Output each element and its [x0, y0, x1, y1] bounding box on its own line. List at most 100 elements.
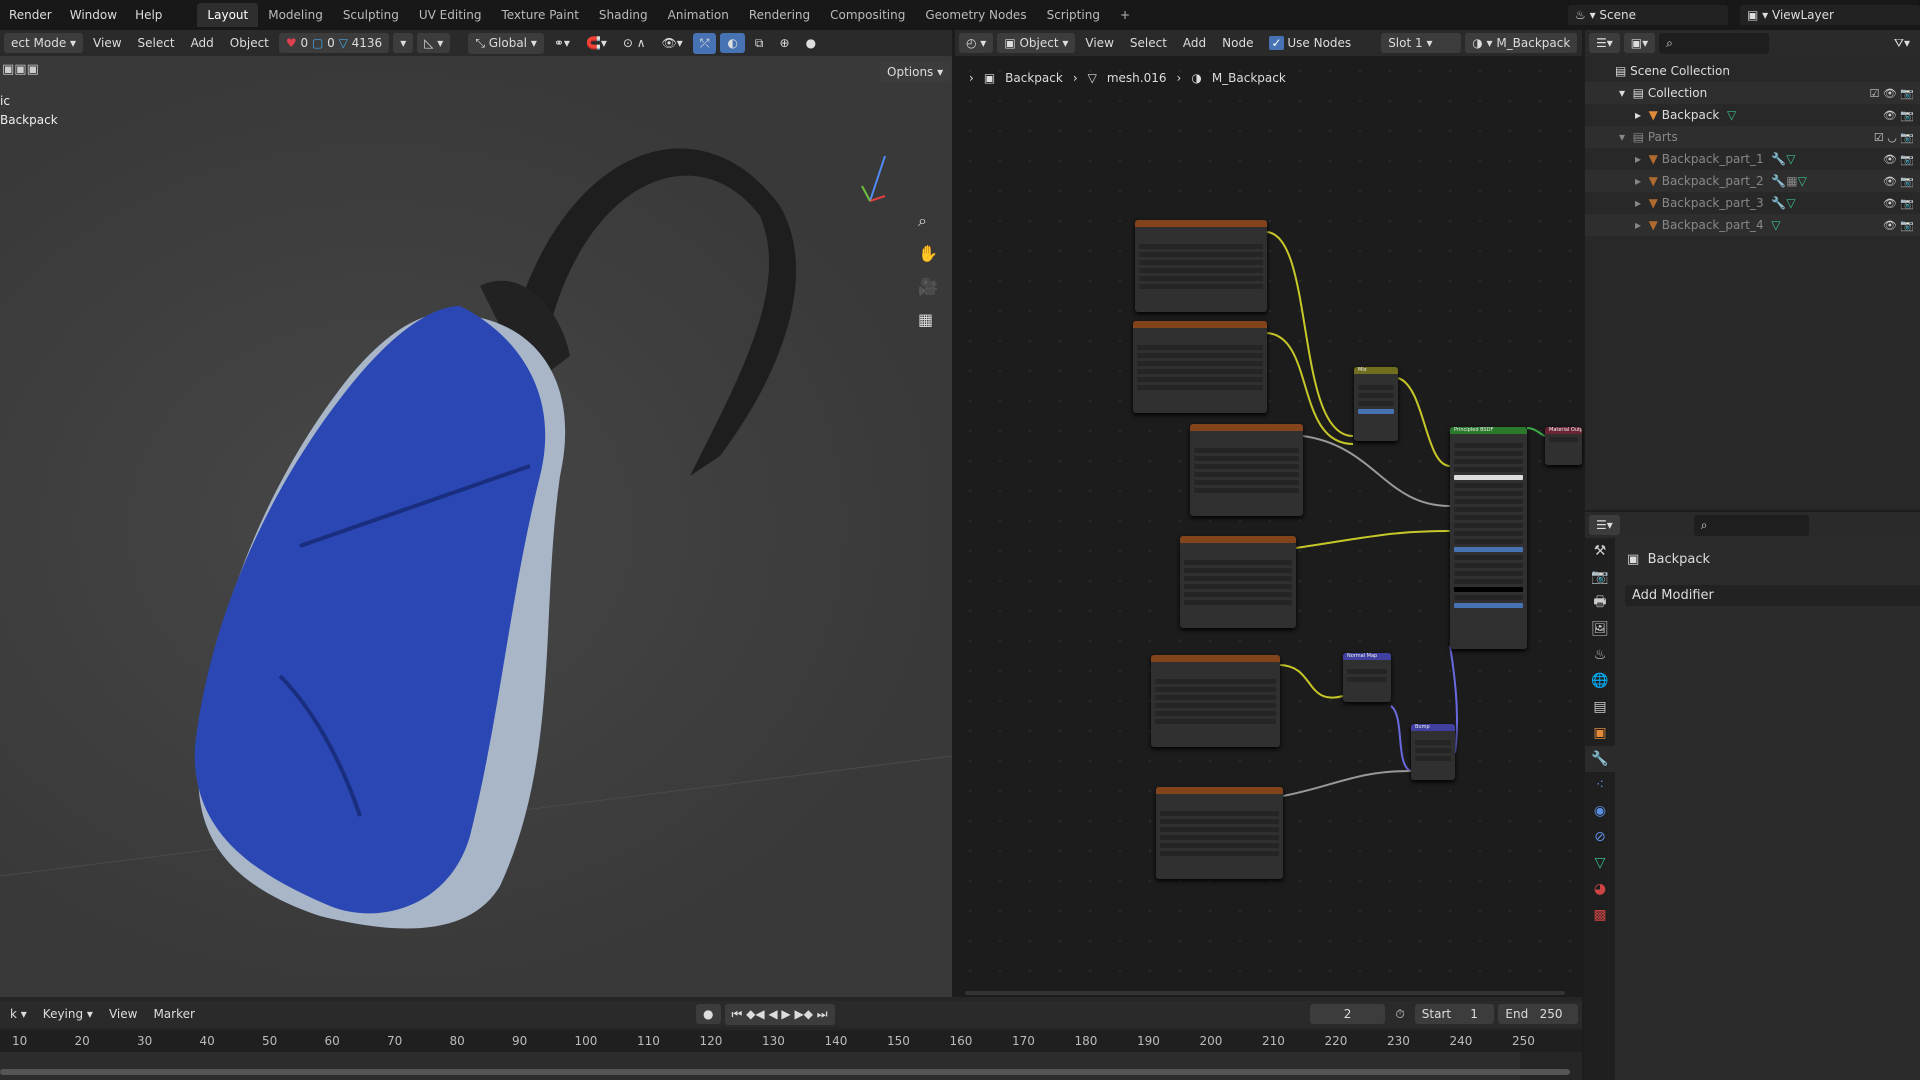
normal-map-node[interactable]: Normal Map: [1343, 653, 1391, 702]
particles-icon[interactable]: ⁖: [1585, 772, 1615, 798]
outliner-row-collection[interactable]: ▾ ▤ Collection ☑ 👁 📷: [1585, 82, 1920, 104]
scene-selector[interactable]: ♨ ▾ Scene: [1568, 5, 1728, 25]
filter-icon[interactable]: ⛛▾: [1888, 33, 1916, 54]
orientation-selector[interactable]: ⤡ Global ▾: [468, 32, 544, 54]
editor-type-icon[interactable]: ☰▾: [1589, 515, 1620, 535]
gizmo-toggle[interactable]: ⤱: [692, 32, 717, 54]
tab-uv-editing[interactable]: UV Editing: [409, 3, 492, 27]
menu-add[interactable]: Add: [185, 33, 220, 53]
modifier-wrench-icon[interactable]: 🔧: [1585, 746, 1615, 772]
shading-wireframe-icon[interactable]: ⊕: [774, 33, 796, 53]
texture-icon[interactable]: ▩: [1585, 902, 1615, 928]
pan-hand-icon[interactable]: ✋: [918, 237, 938, 270]
material-icon[interactable]: ◕: [1585, 876, 1615, 902]
physics-icon[interactable]: ◉: [1585, 798, 1615, 824]
tab-modeling[interactable]: Modeling: [258, 3, 333, 27]
image-texture-node[interactable]: [1190, 424, 1303, 516]
node-editor[interactable]: › ▣ Backpack › ▽ mesh.016 › ◑ M_Backpack Mix P…: [955, 56, 1582, 997]
material-output-node[interactable]: Material Output: [1545, 427, 1582, 465]
end-frame-field[interactable]: End 250: [1498, 1004, 1578, 1024]
menu-window[interactable]: Window: [61, 8, 126, 22]
record-button[interactable]: ●: [696, 1004, 721, 1024]
principled-bsdf-node[interactable]: Principled BSDF: [1450, 427, 1527, 649]
output-icon[interactable]: 🖶: [1585, 590, 1615, 616]
node-menu-add[interactable]: Add: [1177, 33, 1212, 53]
render-icon[interactable]: 📷: [1585, 564, 1615, 590]
stats-dropdown[interactable]: ▾: [393, 33, 414, 53]
tab-scripting[interactable]: Scripting: [1037, 3, 1110, 27]
tab-animation[interactable]: Animation: [658, 3, 739, 27]
image-texture-node[interactable]: [1180, 536, 1296, 628]
overlay-toggle[interactable]: ◐: [720, 33, 745, 53]
tab-texture-paint[interactable]: Texture Paint: [491, 3, 588, 27]
slot-selector[interactable]: Slot 1 ▾: [1381, 33, 1462, 53]
properties-search-input[interactable]: ⌕: [1693, 514, 1809, 536]
outliner-row-backpack[interactable]: ▸ ▼ Backpack ▽ 👁 📷: [1585, 104, 1920, 126]
timeline-view-menu[interactable]: View: [103, 1004, 143, 1024]
snap-dropdown[interactable]: ◺ ▾: [417, 33, 451, 53]
outliner-row-parts[interactable]: ▾ ▤ Parts ☑ ◡ 📷: [1585, 126, 1920, 148]
tab-compositing[interactable]: Compositing: [820, 3, 915, 27]
image-texture-node[interactable]: [1135, 220, 1267, 312]
add-workspace-button[interactable]: +: [1110, 3, 1140, 27]
tab-geometry-nodes[interactable]: Geometry Nodes: [915, 3, 1036, 27]
xray-icon[interactable]: ⧉: [749, 33, 770, 54]
keying-menu[interactable]: Keying ▾: [37, 1004, 99, 1024]
marker-menu[interactable]: Marker: [147, 1004, 200, 1024]
image-texture-node[interactable]: [1133, 321, 1267, 413]
grid-icon[interactable]: ▦: [918, 303, 938, 336]
playback-controls[interactable]: ⏮ ◆◀ ◀ ▶ ▶◆ ⏭: [724, 1003, 835, 1025]
constraint-icon[interactable]: ⊘: [1585, 824, 1615, 850]
snap-icon[interactable]: 🧲▾: [580, 33, 613, 53]
world-icon[interactable]: 🌐: [1585, 668, 1615, 694]
tab-sculpting[interactable]: Sculpting: [333, 3, 409, 27]
proportional-icon[interactable]: ⊙ ∧: [617, 33, 652, 53]
start-frame-field[interactable]: Start 1: [1414, 1004, 1495, 1024]
pivot-icon[interactable]: ⚭▾: [548, 33, 576, 53]
outliner-row-part-2[interactable]: ▸ ▼ Backpack_part_2 🔧 ▦ ▽ 👁 📷: [1585, 170, 1920, 192]
material-selector[interactable]: ◑ ▾ M_Backpack: [1465, 33, 1578, 53]
clock-icon[interactable]: ⏱: [1389, 1004, 1410, 1025]
editor-type-icon[interactable]: ◴ ▾: [959, 33, 994, 53]
timeline-scrollbar[interactable]: [0, 1069, 1570, 1075]
mesh-data-icon[interactable]: ▽: [1585, 850, 1615, 876]
tab-shading[interactable]: Shading: [589, 3, 658, 27]
menu-render[interactable]: Render: [0, 8, 61, 22]
collection-icon[interactable]: ▤: [1585, 694, 1615, 720]
zoom-icon[interactable]: ⌕: [918, 204, 938, 237]
display-mode-icon[interactable]: ☰▾: [1589, 33, 1620, 53]
bump-node[interactable]: Bump: [1411, 724, 1455, 780]
menu-select[interactable]: Select: [132, 33, 181, 53]
tool-icon[interactable]: ⚒: [1585, 538, 1615, 564]
menu-help[interactable]: Help: [126, 8, 171, 22]
object-selector[interactable]: ▣ Object ▾: [997, 33, 1076, 53]
horizontal-scrollbar[interactable]: [965, 991, 1565, 995]
camera-icon[interactable]: 🎥: [918, 270, 938, 303]
node-menu-view[interactable]: View: [1079, 33, 1119, 53]
image-texture-node[interactable]: [1156, 787, 1283, 879]
shading-solid-icon[interactable]: ●: [800, 33, 822, 53]
outliner-search-input[interactable]: ⌕: [1659, 32, 1770, 54]
outliner-row-part-1[interactable]: ▸ ▼ Backpack_part_1 🔧 ▽ 👁 📷: [1585, 148, 1920, 170]
scene-collection-row[interactable]: ▤ Scene Collection: [1585, 60, 1920, 82]
outliner-row-part-4[interactable]: ▸ ▼ Backpack_part_4 ▽ 👁 📷: [1585, 214, 1920, 236]
menu-view[interactable]: View: [87, 33, 127, 53]
frame-ruler[interactable]: 10 20 30 40 50 60 70 80 90 100 110 120 130 140 150 160 1…: [0, 1030, 1582, 1052]
tab-layout[interactable]: Layout: [197, 3, 259, 27]
add-modifier-button[interactable]: Add Modifier: [1625, 585, 1920, 606]
3d-viewport[interactable]: ▣▣▣ ic Backpack Options ▾ ⌕ ✋ 🎥 ▦: [0, 56, 952, 997]
node-menu-node[interactable]: Node: [1216, 33, 1259, 53]
visibility-icon[interactable]: 👁▾: [656, 33, 689, 53]
mix-node[interactable]: Mix: [1354, 367, 1398, 441]
timeline-track[interactable]: [0, 1052, 1520, 1080]
image-texture-node[interactable]: [1151, 655, 1280, 747]
playback-menu[interactable]: k ▾: [4, 1004, 33, 1024]
scene-icon[interactable]: ♨: [1585, 642, 1615, 668]
menu-object[interactable]: Object: [224, 33, 275, 53]
tab-rendering[interactable]: Rendering: [739, 3, 820, 27]
node-menu-select[interactable]: Select: [1124, 33, 1173, 53]
use-nodes-checkbox[interactable]: ✓ Use Nodes: [1263, 33, 1357, 53]
view-layer-icon[interactable]: 🖼: [1585, 616, 1615, 642]
filter-view-icon[interactable]: ▣▾: [1623, 33, 1656, 53]
view-layer-selector[interactable]: ▣ ▾ ViewLayer: [1740, 5, 1920, 25]
